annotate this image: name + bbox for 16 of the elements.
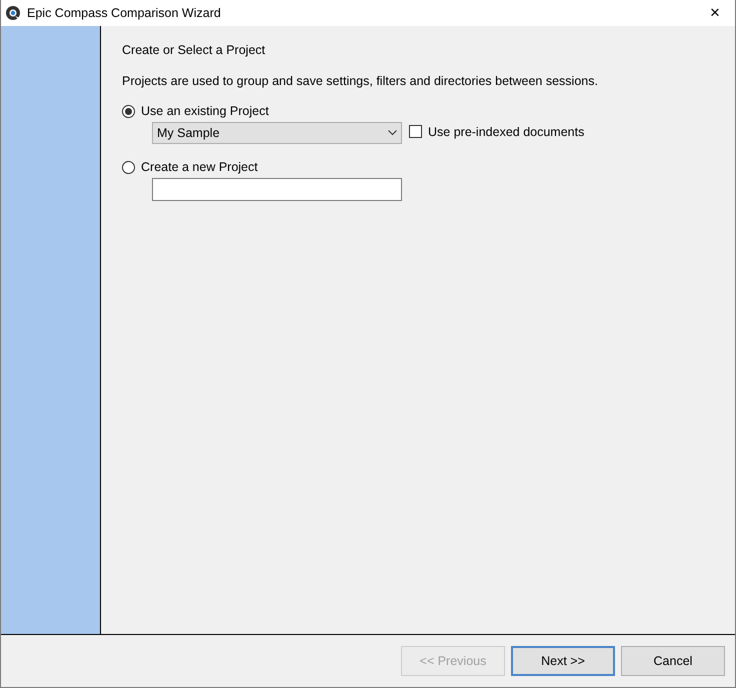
chevron-down-icon — [388, 130, 397, 136]
window-title: Epic Compass Comparison Wizard — [27, 6, 222, 20]
checkbox[interactable] — [409, 125, 422, 138]
radio-button[interactable] — [122, 160, 135, 174]
page-heading: Create or Select a Project — [122, 43, 266, 57]
project-name-field[interactable] — [152, 178, 402, 201]
app-logo-icon — [5, 5, 21, 21]
radio-button[interactable] — [122, 104, 135, 118]
checkbox-label[interactable]: Use pre-indexed documents — [428, 124, 584, 138]
cancel-button[interactable]: Cancel — [621, 646, 725, 676]
page-description: Projects are used to group and save settings, filters and directories between sessions. — [122, 74, 599, 88]
project-dropdown[interactable]: My Sample — [152, 122, 402, 144]
close-button[interactable]: × — [695, 3, 735, 23]
next-button[interactable]: Next >> — [511, 646, 615, 676]
option-label[interactable]: Use an existing Project — [141, 104, 269, 118]
option-label[interactable]: Create a new Project — [141, 160, 258, 174]
